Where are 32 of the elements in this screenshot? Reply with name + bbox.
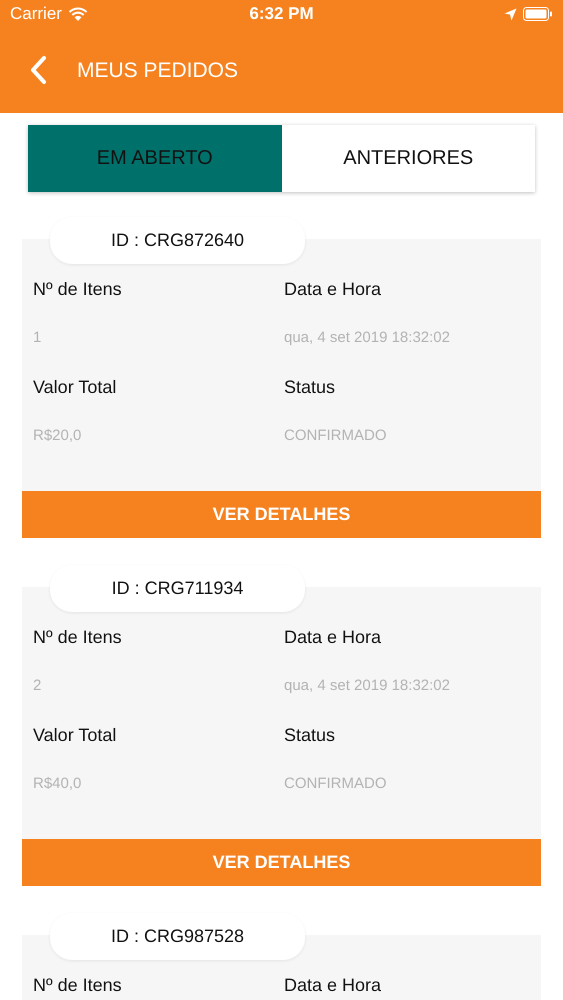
tab[interactable]: EM ABERTO (28, 125, 282, 192)
page-title: MEUS PEDIDOS (77, 58, 238, 82)
field-value: R$20,0 (33, 426, 82, 446)
location-arrow-icon (504, 8, 517, 20)
back-icon[interactable] (29, 54, 47, 84)
details-button[interactable]: VER DETALHES (22, 839, 541, 886)
field-label: Status (284, 376, 336, 399)
details-button[interactable]: VER DETALHES (22, 491, 541, 538)
order-id-label: ID : CRG711934 (50, 565, 305, 612)
order-id-label: ID : CRG987528 (50, 913, 305, 960)
tab[interactable]: ANTERIORES (282, 125, 535, 192)
field-value: CONFIRMADO (284, 426, 388, 446)
field-value: 1 (33, 328, 42, 348)
field-label: Data e Hora (284, 278, 382, 301)
field-label: Nº de Itens (33, 278, 123, 301)
field-label: Nº de Itens (33, 626, 123, 649)
clock-time: 6:32 PM (249, 4, 314, 24)
field-value: R$40,0 (33, 774, 82, 794)
field-label: Valor Total (33, 724, 118, 747)
field-value: CONFIRMADO (284, 774, 388, 794)
field-value: 2 (33, 676, 42, 696)
field-label: Data e Hora (284, 626, 382, 649)
field-label: Nº de Itens (33, 974, 123, 997)
field-label: Status (284, 724, 336, 747)
battery-icon (523, 7, 553, 21)
field-label: Valor Total (33, 376, 118, 399)
order-id-label: ID : CRG872640 (50, 217, 305, 264)
field-value: qua, 4 set 2019 18:32:02 (284, 676, 451, 696)
field-value: qua, 4 set 2019 18:32:02 (284, 328, 451, 348)
field-label: Data e Hora (284, 974, 382, 997)
wifi-icon (68, 6, 88, 22)
carrier-name: Carrier (10, 4, 62, 24)
